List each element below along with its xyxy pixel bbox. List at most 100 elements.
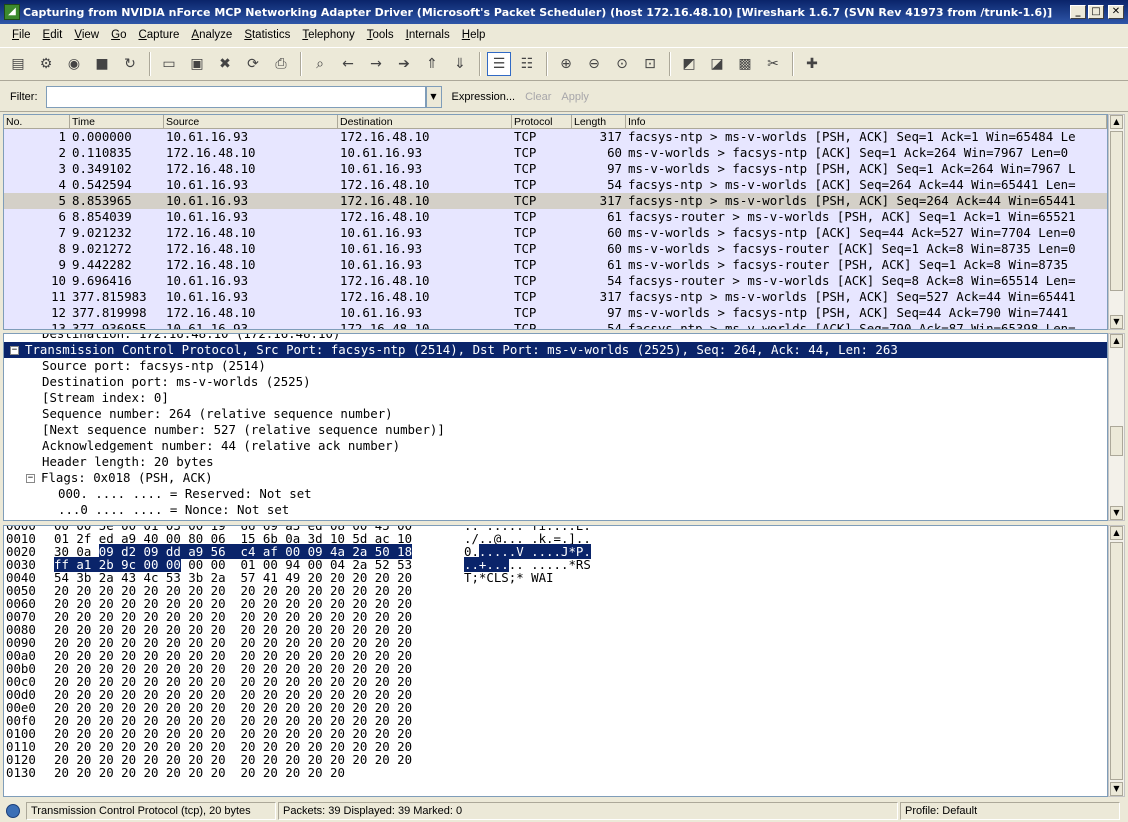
stop-icon[interactable]: ■	[90, 52, 114, 76]
scroll-thumb[interactable]	[1110, 426, 1123, 456]
detail-line[interactable]: [Stream index: 0]	[4, 390, 1107, 406]
display-filters-icon[interactable]: ◪	[705, 52, 729, 76]
ascii-bytes[interactable]	[464, 766, 664, 779]
scroll-down-icon[interactable]: ▼	[1110, 782, 1123, 796]
column-header-time[interactable]: Time	[70, 115, 164, 128]
detail-line[interactable]: [Next sequence number: 527 (relative seq…	[4, 422, 1107, 438]
scroll-up-icon[interactable]: ▲	[1110, 526, 1123, 540]
menu-internals[interactable]: Internals	[400, 29, 456, 41]
filter-input[interactable]	[45, 85, 426, 108]
save-icon[interactable]: ▣	[185, 52, 209, 76]
first-icon[interactable]: ⇑	[420, 52, 444, 76]
ascii-bytes[interactable]	[464, 714, 664, 727]
ascii-bytes[interactable]	[464, 610, 664, 623]
clear-button[interactable]: Clear	[525, 91, 551, 103]
detail-line[interactable]: Source port: facsys-ntp (2514)	[4, 358, 1107, 374]
detail-line[interactable]: Sequence number: 264 (relative sequence …	[4, 406, 1107, 422]
menu-capture[interactable]: Capture	[132, 29, 185, 41]
ascii-bytes[interactable]	[464, 649, 664, 662]
options-icon[interactable]: ⚙	[34, 52, 58, 76]
collapse-icon[interactable]: −	[10, 345, 19, 355]
back-icon[interactable]: ←	[336, 52, 360, 76]
detail-tcp-header[interactable]: − Transmission Control Protocol, Src Por…	[4, 342, 1107, 358]
last-icon[interactable]: ⇓	[448, 52, 472, 76]
packet-row[interactable]: 7 9.021232 172.16.48.10 10.61.16.93 TCP 60 ms-…	[4, 225, 1107, 241]
detail-line[interactable]: Acknowledgement number: 44 (relative ack…	[4, 438, 1107, 454]
ascii-bytes[interactable]	[464, 636, 664, 649]
column-header-destination[interactable]: Destination	[338, 115, 512, 128]
autoscroll-icon[interactable]: ☷	[515, 52, 539, 76]
packet-row[interactable]: 2 0.110835 172.16.48.10 10.61.16.93 TCP 60 ms-…	[4, 145, 1107, 161]
menu-go[interactable]: Go	[105, 29, 132, 41]
ascii-bytes[interactable]	[464, 584, 664, 597]
print-icon[interactable]: ⎙	[269, 52, 293, 76]
detail-flag-bit[interactable]: 000. .... .... = Reserved: Not set	[4, 486, 1107, 502]
help-icon[interactable]: ✚	[800, 52, 824, 76]
zoom-normal-icon[interactable]: ⊙	[610, 52, 634, 76]
interfaces-icon[interactable]: ▤	[6, 52, 30, 76]
hex-bytes[interactable]: 20 20 20 20 20 20 20 20 20 20 20 20 20	[54, 766, 464, 779]
start-icon[interactable]: ◉	[62, 52, 86, 76]
menu-tools[interactable]: Tools	[361, 29, 400, 41]
column-header-info[interactable]: Info	[626, 115, 1107, 128]
resize-columns-icon[interactable]: ⊡	[638, 52, 662, 76]
ascii-bytes[interactable]	[464, 675, 664, 688]
menu-help[interactable]: Help	[456, 29, 492, 41]
expression-button[interactable]: Expression...	[452, 91, 516, 103]
coloring-rules-icon[interactable]: ▩	[733, 52, 757, 76]
scroll-thumb[interactable]	[1110, 542, 1123, 780]
packet-row[interactable]: 6 8.854039 10.61.16.93 172.16.48.10 TCP 61 fac…	[4, 209, 1107, 225]
find-icon[interactable]: ⌕	[308, 52, 332, 76]
scroll-down-icon[interactable]: ▼	[1110, 506, 1123, 520]
packet-row[interactable]: 9 9.442282 172.16.48.10 10.61.16.93 TCP 61 ms-…	[4, 257, 1107, 273]
zoom-in-icon[interactable]: ⊕	[554, 52, 578, 76]
ascii-bytes[interactable]	[464, 662, 664, 675]
zoom-out-icon[interactable]: ⊖	[582, 52, 606, 76]
packet-row[interactable]: 4 0.542594 10.61.16.93 172.16.48.10 TCP 54 fac…	[4, 177, 1107, 193]
colorize-icon[interactable]: ☰	[487, 52, 511, 76]
open-icon[interactable]: ▭	[157, 52, 181, 76]
column-header-length[interactable]: Length	[572, 115, 626, 128]
details-scrollbar[interactable]: ▲ ▼	[1108, 333, 1125, 521]
menu-view[interactable]: View	[68, 29, 105, 41]
restart-icon[interactable]: ↻	[118, 52, 142, 76]
scroll-up-icon[interactable]: ▲	[1110, 115, 1123, 129]
close-file-icon[interactable]: ✖	[213, 52, 237, 76]
bytes-scrollbar[interactable]: ▲ ▼	[1108, 525, 1125, 797]
apply-button[interactable]: Apply	[561, 91, 589, 103]
detail-flags[interactable]: − Flags: 0x018 (PSH, ACK)	[4, 470, 1107, 486]
ascii-bytes[interactable]	[464, 597, 664, 610]
scroll-up-icon[interactable]: ▲	[1110, 334, 1123, 348]
scroll-down-icon[interactable]: ▼	[1110, 315, 1123, 329]
packet-row[interactable]: 10 9.696416 10.61.16.93 172.16.48.10 TCP 54 fa…	[4, 273, 1107, 289]
goto-icon[interactable]: ➔	[392, 52, 416, 76]
ascii-bytes[interactable]	[464, 701, 664, 714]
close-button[interactable]: ✕	[1108, 5, 1124, 19]
detail-line[interactable]: Destination: 172.16.48.10 (172.16.48.10)	[4, 334, 1107, 342]
detail-line[interactable]: Destination port: ms-v-worlds (2525)	[4, 374, 1107, 390]
packet-row[interactable]: 3 0.349102 172.16.48.10 10.61.16.93 TCP 97 ms-…	[4, 161, 1107, 177]
capture-filters-icon[interactable]: ◩	[677, 52, 701, 76]
reload-icon[interactable]: ⟳	[241, 52, 265, 76]
maximize-button[interactable]: □	[1088, 5, 1104, 19]
menu-telephony[interactable]: Telephony	[296, 29, 360, 41]
column-header-no[interactable]: No.	[4, 115, 70, 128]
ascii-bytes[interactable]	[464, 753, 664, 766]
collapse-icon[interactable]: −	[26, 473, 35, 483]
detail-line[interactable]: Header length: 20 bytes	[4, 454, 1107, 470]
packet-row[interactable]: 12 377.819998 172.16.48.10 10.61.16.93 TCP 97…	[4, 305, 1107, 321]
packet-row[interactable]: 11 377.815983 10.61.16.93 172.16.48.10 TCP 31…	[4, 289, 1107, 305]
minimize-button[interactable]: _	[1070, 5, 1086, 19]
status-profile[interactable]: Profile: Default	[900, 802, 1120, 820]
menu-analyze[interactable]: Analyze	[185, 29, 238, 41]
ascii-bytes[interactable]	[464, 623, 664, 636]
packet-list-scrollbar[interactable]: ▲ ▼	[1108, 114, 1125, 330]
menu-statistics[interactable]: Statistics	[238, 29, 296, 41]
packet-row[interactable]: 1 0.000000 10.61.16.93 172.16.48.10 TCP 317 fa…	[4, 129, 1107, 145]
packet-row[interactable]: 5 8.853965 10.61.16.93 172.16.48.10 TCP 317 fa…	[4, 193, 1107, 209]
column-header-protocol[interactable]: Protocol	[512, 115, 572, 128]
ascii-bytes[interactable]: T;*CLS;* WAI	[464, 571, 664, 584]
detail-flag-bit[interactable]: ...0 .... .... = Nonce: Not set	[4, 502, 1107, 518]
preferences-icon[interactable]: ✂	[761, 52, 785, 76]
ascii-bytes[interactable]	[464, 727, 664, 740]
